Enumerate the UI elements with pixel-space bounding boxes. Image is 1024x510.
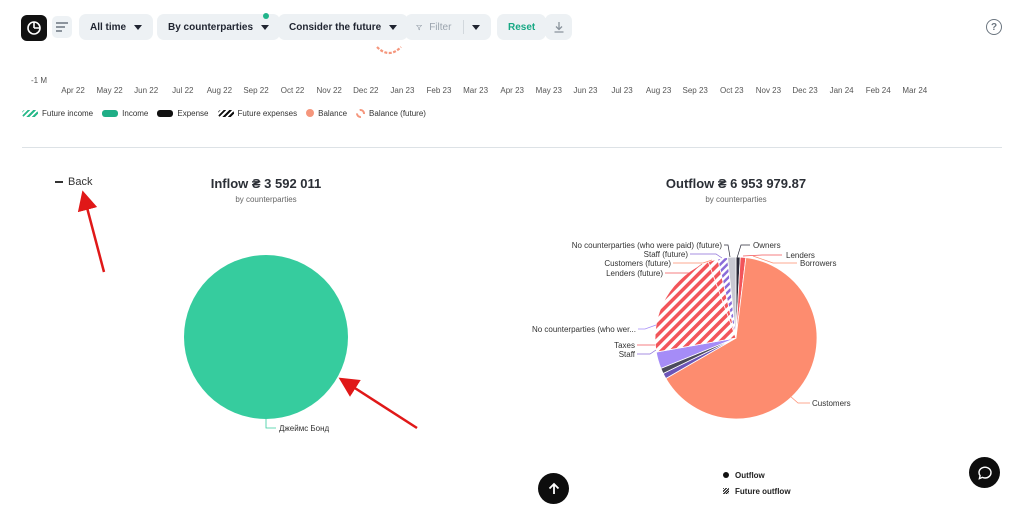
outflow-label-customers: Customers <box>812 399 851 408</box>
outflow-label-borrowers: Borrowers <box>800 259 836 268</box>
outflow-label-no-cp: No counterparties (who wer... <box>532 325 636 334</box>
outflow-pie <box>654 256 818 420</box>
legend-outflow[interactable]: Outflow <box>723 467 791 483</box>
inflow-slice-james-bond[interactable] <box>184 255 348 419</box>
inflow-slice-label: Джеймс Бонд <box>279 424 330 433</box>
future-outflow-marker <box>723 488 729 494</box>
outflow-label-staff-future: Staff (future) <box>644 250 689 259</box>
legend-future-outflow[interactable]: Future outflow <box>723 483 791 499</box>
chat-button[interactable] <box>969 457 1000 488</box>
outflow-label-owners: Owners <box>753 241 781 250</box>
legend-label: Outflow <box>735 470 765 480</box>
outflow-label-lenders-future: Lenders (future) <box>606 269 663 278</box>
annotation-arrow-slice <box>338 377 418 430</box>
inflow-leader-line <box>265 419 276 429</box>
outflow-label-staff: Staff <box>619 350 636 359</box>
scroll-to-top-button[interactable] <box>538 473 569 504</box>
chat-bubble-icon <box>977 465 992 480</box>
arrow-up-icon <box>548 482 559 494</box>
outflow-legend: Outflow Future outflow <box>723 467 791 499</box>
legend-label: Future outflow <box>735 486 791 496</box>
outflow-label-customers-future: Customers (future) <box>604 259 671 268</box>
outflow-label-taxes: Taxes <box>614 341 635 350</box>
outflow-label-no-cp-paid-future: No counterparties (who were paid) (futur… <box>572 241 723 250</box>
annotation-arrow-back <box>77 190 106 273</box>
pie-charts: Джеймс Бонд Owners Lenders Borrowers No … <box>77 190 851 433</box>
outflow-marker <box>723 472 729 478</box>
